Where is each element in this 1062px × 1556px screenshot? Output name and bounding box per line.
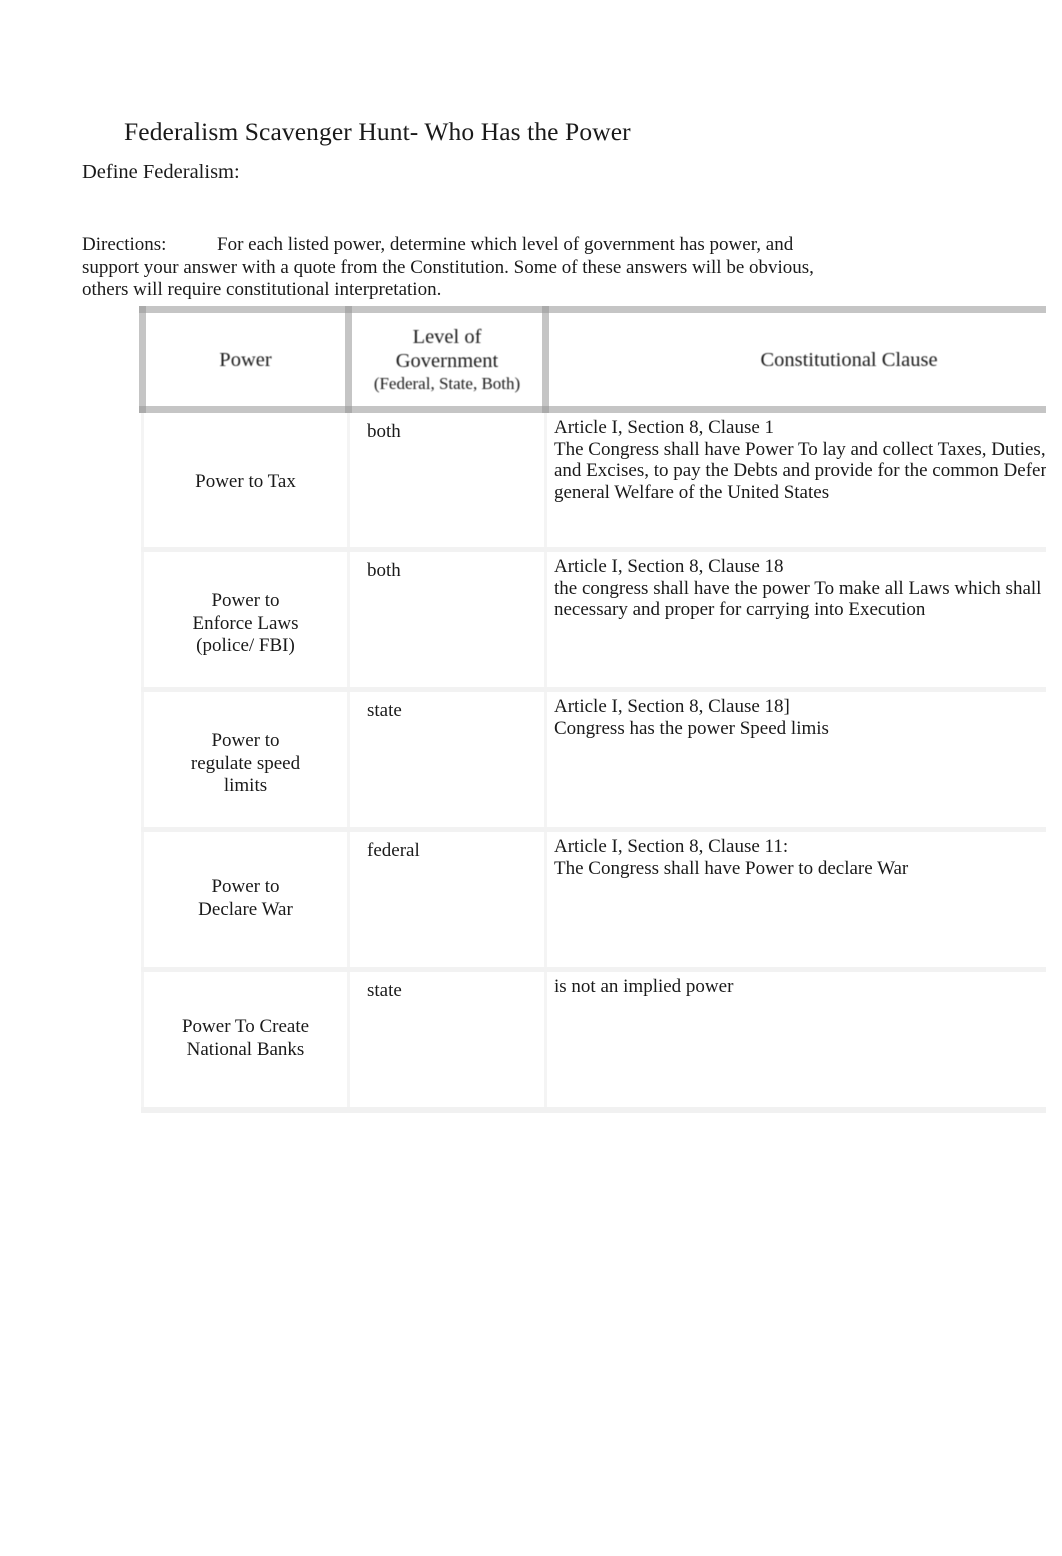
- level-value: federal: [367, 840, 420, 861]
- power-label: regulate speed: [190, 752, 301, 774]
- clause-line: the congress shall have the power To mak…: [554, 577, 1062, 599]
- header-label-clause: Constitutional Clause: [760, 348, 938, 371]
- power-label: Power to: [211, 590, 280, 611]
- cell-power: Power To Create National Banks: [141, 967, 350, 1113]
- header-cell-level: Level of Government (Federal, State, Bot…: [345, 306, 549, 413]
- power-label: Power to: [211, 876, 280, 897]
- header-label-level-line2: Government: [395, 350, 499, 372]
- power-label: Power To Create: [181, 1016, 310, 1037]
- define-federalism-prompt: Define Federalism:: [82, 161, 240, 183]
- directions-paragraph: Directions: For each listed power, determ…: [82, 234, 842, 302]
- cell-constitutional-clause[interactable]: is not an implied power: [544, 967, 1062, 1113]
- cell-power: Power to Tax: [141, 407, 350, 550]
- power-label: Enforce Laws: [192, 612, 299, 634]
- table-row: Power to Declare War federal Article I, …: [141, 827, 1062, 970]
- powers-table: Power Level of Government (Federal, Stat…: [139, 306, 1062, 1113]
- level-value: state: [367, 980, 402, 1001]
- power-label: National Banks: [186, 1038, 305, 1060]
- power-label: Power to Tax: [195, 471, 296, 492]
- cell-level-of-government[interactable]: state: [347, 687, 547, 830]
- clause-line: Article I, Section 8, Clause 1: [554, 417, 775, 438]
- header-label-level-sub: (Federal, State, Both): [373, 374, 521, 393]
- power-label: limits: [223, 775, 268, 796]
- header-cell-clause: Constitutional Clause: [542, 306, 1062, 413]
- clause-line: and Excises, to pay the Debts and provid…: [554, 460, 1062, 481]
- cell-constitutional-clause[interactable]: Article I, Section 8, Clause 18 the cong…: [544, 547, 1062, 690]
- level-value: both: [367, 560, 401, 581]
- cell-level-of-government[interactable]: both: [347, 407, 547, 550]
- power-label: Power to: [211, 730, 280, 751]
- document-page: Federalism Scavenger Hunt- Who Has the P…: [0, 0, 1062, 1556]
- power-label: Declare War: [198, 898, 293, 920]
- cell-power: Power to Enforce Laws (police/ FBI): [141, 547, 350, 690]
- page-title: Federalism Scavenger Hunt- Who Has the P…: [124, 117, 631, 146]
- table-header-row: Power Level of Government (Federal, Stat…: [139, 306, 1062, 413]
- clause-line: is not an implied power: [554, 976, 734, 997]
- clause-line: general Welfare of the United States: [554, 481, 830, 503]
- clause-line: Article I, Section 8, Clause 11:: [554, 836, 789, 857]
- cell-power: Power to regulate speed limits: [141, 687, 350, 830]
- table-row: Power to Tax both Article I, Section 8, …: [141, 407, 1062, 550]
- clause-line: necessary and proper for carrying into E…: [554, 599, 926, 620]
- clause-line: The Congress shall have Power to declare…: [554, 857, 909, 879]
- cell-constitutional-clause[interactable]: Article I, Section 8, Clause 1 The Congr…: [544, 407, 1062, 550]
- header-label-level-line1: Level of: [412, 326, 482, 348]
- clause-line: The Congress shall have Power To lay and…: [554, 438, 1062, 460]
- table-row: Power To Create National Banks state is …: [141, 967, 1062, 1113]
- clause-line: Congress has the power Speed limis: [554, 717, 829, 739]
- directions-label: Directions:: [82, 234, 167, 255]
- clause-line: Article I, Section 8, Clause 18: [554, 556, 784, 577]
- table-row: Power to Enforce Laws (police/ FBI) both…: [141, 547, 1062, 690]
- level-value: both: [367, 421, 401, 442]
- header-cell-power: Power: [139, 306, 352, 413]
- power-label: (police/ FBI): [196, 635, 295, 656]
- cell-level-of-government[interactable]: both: [347, 547, 547, 690]
- cell-constitutional-clause[interactable]: Article I, Section 8, Clause 18] Congres…: [544, 687, 1062, 830]
- cell-level-of-government[interactable]: federal: [347, 827, 547, 970]
- cell-constitutional-clause[interactable]: Article I, Section 8, Clause 11: The Con…: [544, 827, 1062, 970]
- cell-level-of-government[interactable]: state: [347, 967, 547, 1113]
- clause-line: Article I, Section 8, Clause 18]: [554, 696, 790, 717]
- table-row: Power to regulate speed limits state Art…: [141, 687, 1062, 830]
- level-value: state: [367, 700, 402, 721]
- cell-power: Power to Declare War: [141, 827, 350, 970]
- header-label-power: Power: [219, 348, 272, 371]
